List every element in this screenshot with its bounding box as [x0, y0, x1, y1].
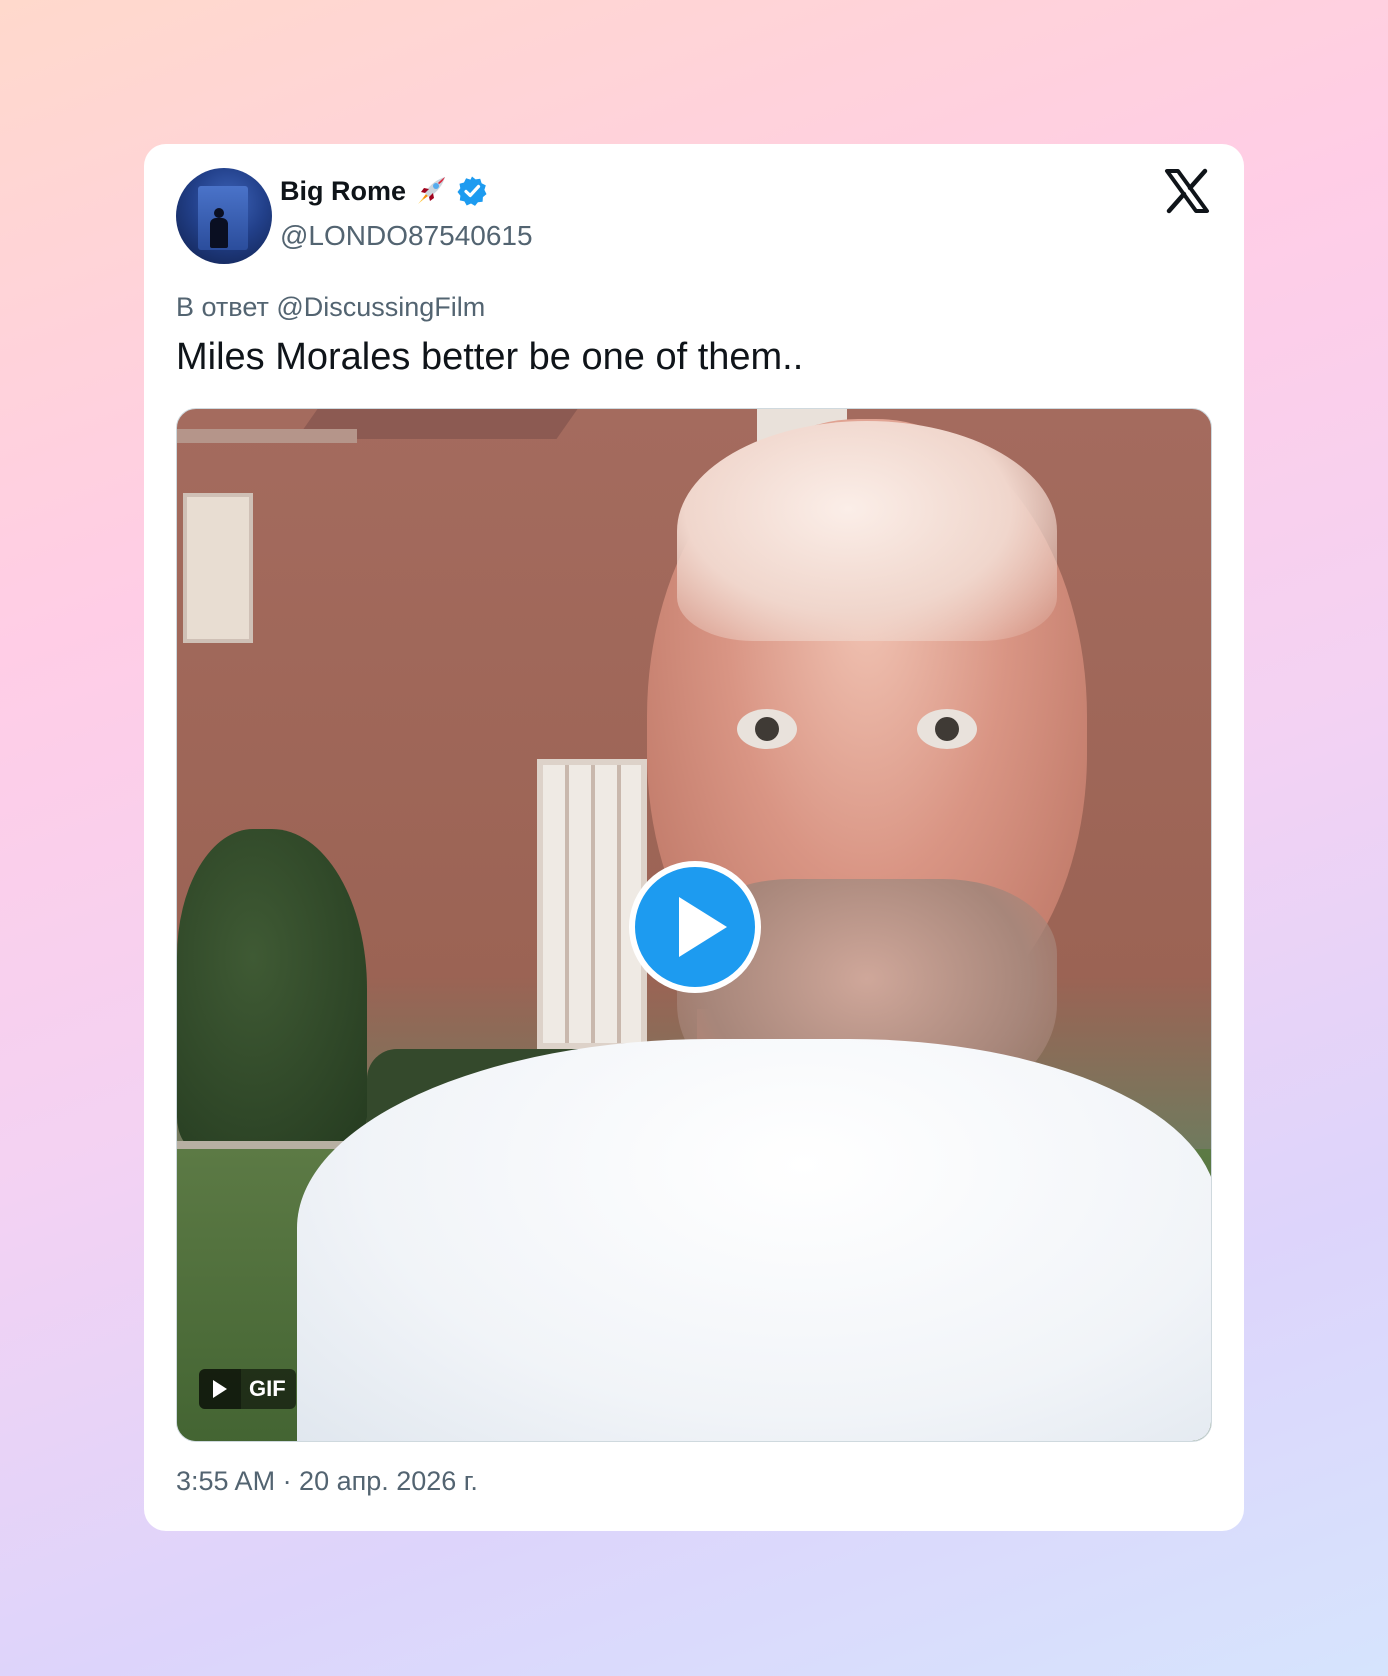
verified-badge-icon: [456, 175, 488, 207]
media-bush: [177, 829, 367, 1149]
author-handle[interactable]: @LONDO87540615: [280, 220, 533, 252]
media-trim: [177, 429, 357, 443]
reply-prefix: В ответ: [176, 292, 269, 322]
media-pupil: [935, 717, 959, 741]
tweet-text: Miles Morales better be one of them..: [176, 336, 804, 378]
rocket-icon: [414, 174, 448, 208]
gif-badge[interactable]: GIF: [199, 1369, 296, 1409]
gif-badge-label: GIF: [249, 1376, 286, 1401]
media-pupil: [755, 717, 779, 741]
play-icon: [679, 897, 727, 957]
gif-media[interactable]: GIF: [176, 408, 1212, 1442]
avatar[interactable]: [176, 168, 272, 264]
media-eye-left: [737, 709, 797, 749]
media-scalp: [677, 421, 1057, 641]
avatar-figure-body: [210, 218, 228, 248]
gif-play-icon: [199, 1369, 241, 1409]
tweet-timestamp[interactable]: 3:55 AM · 20 апр. 2026 г.: [176, 1466, 478, 1497]
tweet-card: Big Rome @LONDO87540615 В ответ @Discuss…: [144, 144, 1244, 1531]
media-window-left: [183, 493, 253, 643]
media-eye-right: [917, 709, 977, 749]
media-shirt: [297, 1039, 1211, 1441]
play-button[interactable]: [629, 861, 761, 993]
media-window-center: [537, 759, 647, 1049]
reply-context: В ответ @DiscussingFilm: [176, 292, 485, 323]
author-row: Big Rome: [280, 174, 488, 208]
avatar-figure-head: [214, 208, 224, 218]
reply-mention-link[interactable]: @DiscussingFilm: [276, 292, 485, 322]
x-logo-icon[interactable]: [1164, 168, 1210, 214]
author-name[interactable]: Big Rome: [280, 176, 406, 207]
